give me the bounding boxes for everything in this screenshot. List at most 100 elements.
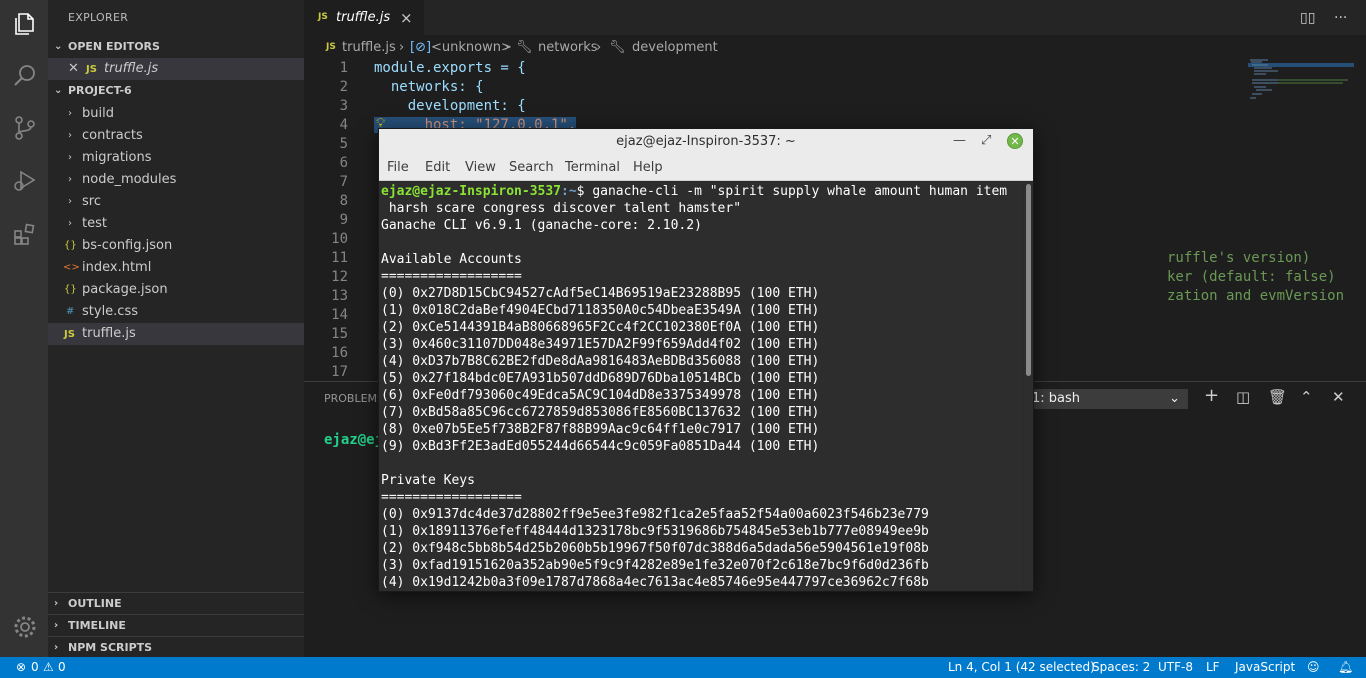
- file-index-html[interactable]: <> index.html: [48, 257, 304, 279]
- line-number: 6: [339, 155, 348, 171]
- folder-src[interactable]: › src: [48, 191, 304, 213]
- scrollbar-thumb[interactable]: [1026, 184, 1031, 376]
- breadcrumb-unknown[interactable]: <unknown>: [431, 40, 512, 55]
- line-number: 17: [331, 364, 348, 380]
- breadcrumb-development[interactable]: development: [632, 40, 718, 55]
- command-line: ejaz@ejaz-Inspiron-3537:~$ ganache-cli -…: [381, 183, 1007, 200]
- close-panel-icon[interactable]: ✕: [1332, 388, 1345, 406]
- feedback-icon[interactable]: ☺: [1307, 660, 1320, 674]
- timeline-label: TIMELINE: [68, 619, 126, 632]
- run-debug-icon[interactable]: [12, 167, 38, 193]
- close-tab-icon[interactable]: ×: [400, 9, 413, 27]
- split-editor-icon[interactable]: ▯▯: [1300, 10, 1315, 26]
- npm-scripts-section[interactable]: › NPM SCRIPTS: [48, 636, 304, 658]
- extensions-icon[interactable]: [12, 221, 38, 247]
- open-editors-section[interactable]: ⌄ OPEN EDITORS: [48, 36, 304, 58]
- chevron-down-icon: ⌄: [54, 85, 63, 96]
- language-mode[interactable]: JavaScript: [1235, 660, 1295, 674]
- cursor-position[interactable]: Ln 4, Col 1 (42 selected): [948, 660, 1095, 674]
- timeline-section[interactable]: › TIMELINE: [48, 614, 304, 636]
- terminal-scrollbar[interactable]: [1024, 182, 1033, 591]
- error-icon[interactable]: ⊗: [16, 660, 26, 674]
- activity-bar: [0, 0, 48, 657]
- minimize-icon[interactable]: —: [953, 133, 966, 148]
- file-bs-config-json[interactable]: {} bs-config.json: [48, 235, 304, 257]
- folder-test[interactable]: › test: [48, 213, 304, 235]
- chevron-right-icon: ›: [54, 620, 59, 631]
- encoding[interactable]: UTF-8: [1158, 660, 1193, 674]
- file-style-css[interactable]: # style.css: [48, 301, 304, 323]
- search-icon[interactable]: [12, 63, 38, 89]
- accounts-header: Available Accounts: [381, 252, 522, 267]
- project-section[interactable]: ⌄ PROJECT-6: [48, 80, 304, 102]
- open-editor-item[interactable]: ✕ JS truffle.js: [48, 58, 304, 80]
- menu-help[interactable]: Help: [633, 160, 663, 175]
- minimap[interactable]: [1248, 58, 1354, 118]
- close-window-icon[interactable]: ✕: [1007, 133, 1023, 149]
- explorer-icon[interactable]: [12, 11, 38, 37]
- warning-count[interactable]: 0: [58, 660, 66, 674]
- code-line-2: networks: {: [374, 79, 484, 95]
- keys-header: Private Keys: [381, 473, 475, 488]
- menu-file[interactable]: File: [387, 160, 409, 175]
- open-editor-label: truffle.js: [104, 61, 159, 76]
- file-truffle-js[interactable]: JS truffle.js: [48, 323, 304, 345]
- terminal-select-value: 1: bash: [1032, 391, 1081, 406]
- tab-problems[interactable]: PROBLEMS: [324, 392, 384, 405]
- line-number: 16: [331, 345, 348, 361]
- chevron-right-icon: ›: [504, 40, 510, 55]
- notifications-icon[interactable]: 🔔︎: [1338, 660, 1353, 674]
- folder-label: contracts: [82, 128, 143, 143]
- line-number: 5: [339, 136, 348, 152]
- status-bar: ⊗ 0 ⚠ 0 Ln 4, Col 1 (42 selected) Spaces…: [0, 657, 1366, 678]
- maximize-panel-icon[interactable]: ⌃: [1300, 388, 1313, 406]
- folder-contracts[interactable]: › contracts: [48, 125, 304, 147]
- account-line: (0) 0x27D8D15CbC94527cAdf5eC14B69519aE23…: [381, 286, 820, 301]
- account-line: (5) 0x27f184bdc0E7A931b507ddD689D76Dba10…: [381, 371, 820, 386]
- project-label: PROJECT-6: [68, 84, 132, 97]
- breadcrumb-networks[interactable]: networks: [538, 40, 598, 55]
- folder-label: test: [82, 216, 107, 231]
- file-package-json[interactable]: {} package.json: [48, 279, 304, 301]
- chevron-down-icon: ⌄: [1169, 391, 1180, 406]
- close-icon[interactable]: ✕: [68, 58, 79, 80]
- account-line: (8) 0xe07b5Ee5f738B2F87f88B99Aac9c64ff1e…: [381, 422, 820, 437]
- menu-terminal[interactable]: Terminal: [565, 160, 620, 175]
- breadcrumb-file[interactable]: truffle.js: [342, 40, 396, 55]
- key-line: (0) 0x9137dc4de37d28802ff9e5ee3fe982f1ca…: [381, 507, 929, 522]
- file-label: index.html: [82, 260, 152, 275]
- json-file-icon: {}: [64, 240, 77, 251]
- separator: ==================: [381, 490, 522, 505]
- more-actions-icon[interactable]: ···: [1334, 10, 1347, 26]
- indentation[interactable]: Spaces: 2: [1092, 660, 1150, 674]
- error-count[interactable]: 0: [31, 660, 39, 674]
- file-label: truffle.js: [82, 326, 136, 341]
- maximize-icon[interactable]: ⤢: [981, 133, 991, 148]
- terminal-titlebar[interactable]: ejaz@ejaz-Inspiron-3537: ~ — ⤢ ✕: [379, 129, 1033, 155]
- terminal-window: ejaz@ejaz-Inspiron-3537: ~ — ⤢ ✕ File Ed…: [378, 128, 1034, 592]
- js-file-icon: JS: [86, 64, 97, 75]
- source-control-icon[interactable]: [12, 115, 38, 141]
- folder-node-modules[interactable]: › node_modules: [48, 169, 304, 191]
- tab-truffle-js[interactable]: JS truffle.js ×: [304, 0, 424, 35]
- folder-migrations[interactable]: › migrations: [48, 147, 304, 169]
- terminal-select[interactable]: 1: bash ⌄: [1026, 389, 1188, 409]
- line-number: 4: [339, 117, 348, 133]
- line-number: 2: [339, 79, 348, 95]
- menu-view[interactable]: View: [465, 160, 496, 175]
- new-terminal-icon[interactable]: +: [1204, 385, 1219, 406]
- chevron-right-icon: ›: [68, 130, 72, 141]
- menu-search[interactable]: Search: [509, 160, 554, 175]
- end-of-line[interactable]: LF: [1206, 660, 1220, 674]
- manage-gear-icon[interactable]: [12, 614, 38, 640]
- code-comment-11: ruffle's version): [1167, 250, 1311, 266]
- folder-build[interactable]: › build: [48, 103, 304, 125]
- outline-section[interactable]: › OUTLINE: [48, 592, 304, 614]
- folder-label: src: [82, 194, 101, 209]
- trash-icon[interactable]: 🗑︎: [1268, 388, 1287, 406]
- html-file-icon: <>: [63, 262, 80, 273]
- menu-edit[interactable]: Edit: [425, 160, 450, 175]
- terminal-output[interactable]: ejaz@ejaz-Inspiron-3537:~$ ganache-cli -…: [379, 182, 1023, 591]
- warning-icon[interactable]: ⚠: [43, 660, 54, 674]
- split-terminal-icon[interactable]: ◫: [1236, 388, 1250, 406]
